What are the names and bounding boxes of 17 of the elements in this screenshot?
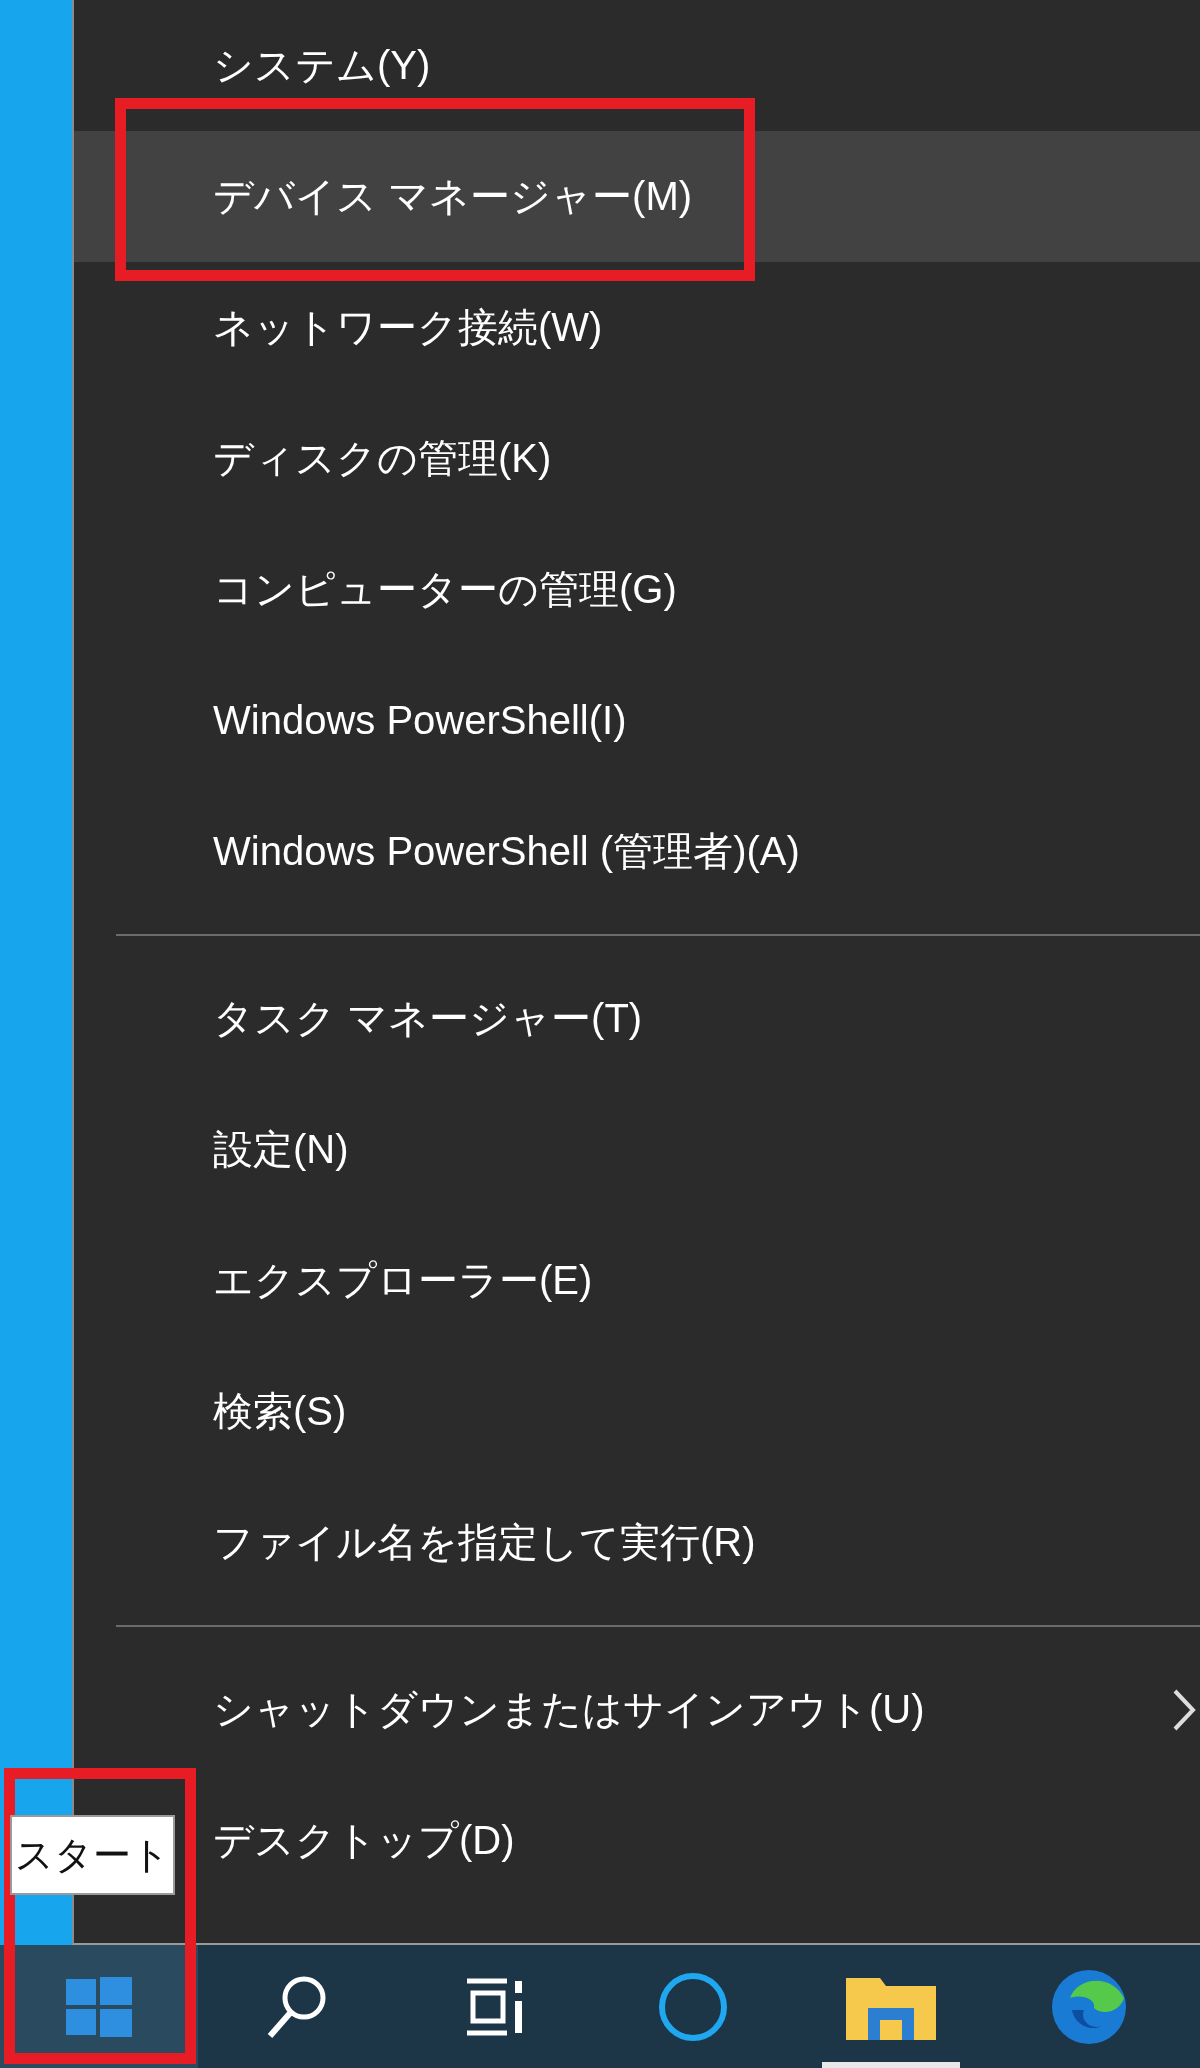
circle-icon xyxy=(657,1970,729,2043)
windows-logo-icon xyxy=(66,1976,132,2037)
menu-item[interactable]: ディスクの管理(K) xyxy=(74,393,1200,524)
menu-item[interactable]: ネットワーク接続(W) xyxy=(74,262,1200,393)
menu-item[interactable]: Windows PowerShell(I) xyxy=(74,655,1200,786)
menu-item[interactable]: タスク マネージャー(T) xyxy=(74,953,1200,1084)
menu-item[interactable]: 設定(N) xyxy=(74,1084,1200,1215)
menu-item[interactable]: ファイル名を指定して実行(R) xyxy=(74,1477,1200,1608)
edge-icon xyxy=(1050,1967,1128,2046)
menu-item[interactable]: Windows PowerShell (管理者)(A) xyxy=(74,786,1200,917)
menu-item[interactable]: デバイス マネージャー(M) xyxy=(74,131,1200,262)
menu-item[interactable]: システム(Y) xyxy=(74,0,1200,131)
menu-item[interactable]: エクスプローラー(E) xyxy=(74,1215,1200,1346)
menu-item[interactable]: シャットダウンまたはサインアウト(U) xyxy=(74,1644,1200,1775)
tooltip: スタート xyxy=(10,1815,175,1895)
menu-item[interactable]: コンピューターの管理(G) xyxy=(74,524,1200,655)
menu-item[interactable]: 検索(S) xyxy=(74,1346,1200,1477)
